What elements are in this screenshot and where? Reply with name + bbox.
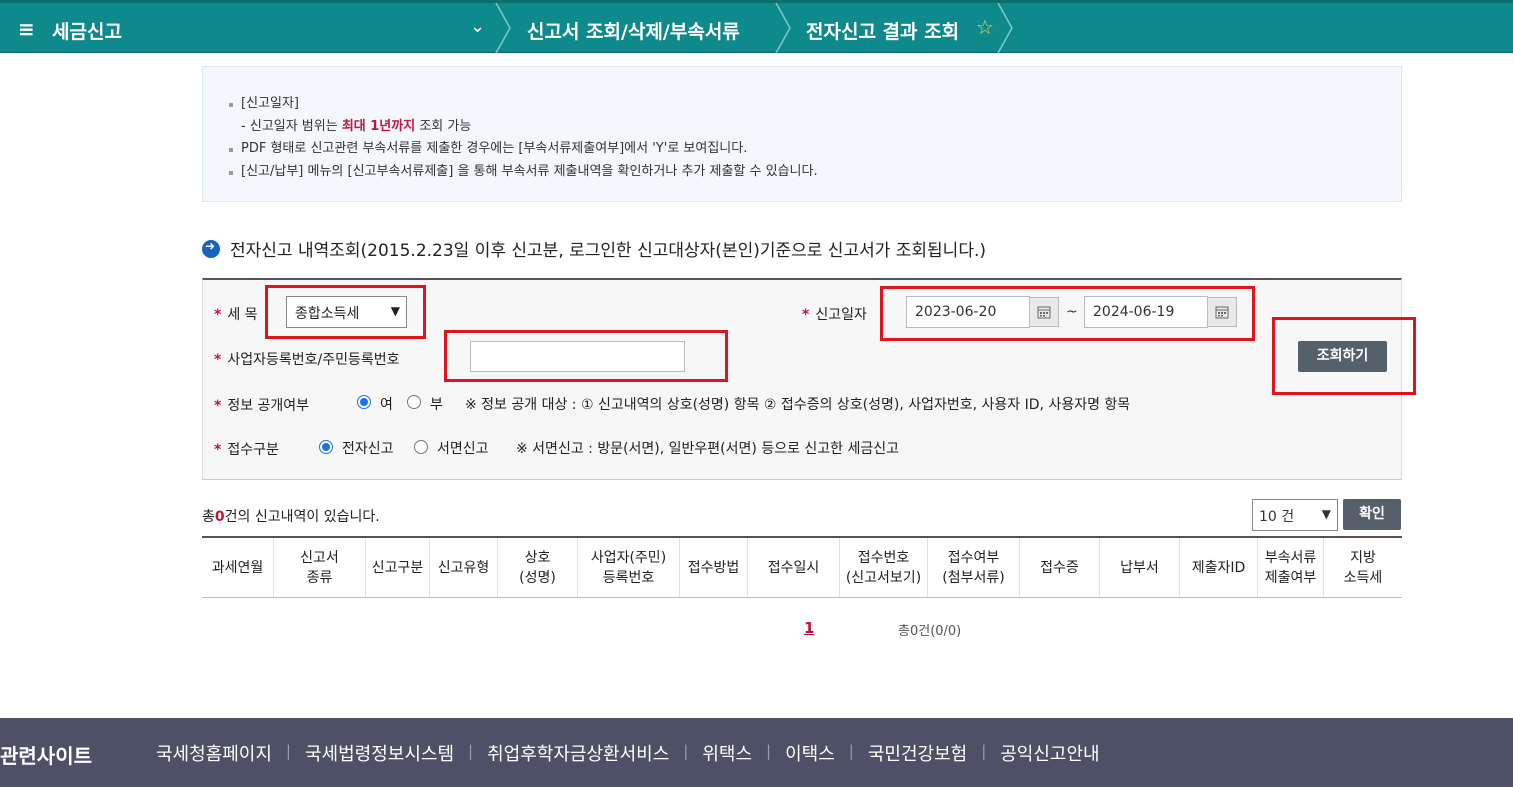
footer-link-separator: | [285, 742, 291, 760]
annotation-box [444, 330, 728, 382]
column-header: 접수방법 [680, 538, 748, 597]
page-size-select[interactable]: 10 건 ▼ [1252, 499, 1338, 531]
column-header: 신고서 종류 [274, 538, 366, 597]
result-total: 총0건의 신고내역이 있습니다. [202, 509, 380, 525]
receipt-type-label: * 접수구분 [214, 442, 279, 458]
footer-link-separator: | [468, 742, 474, 760]
footer-link-separator: | [981, 742, 987, 760]
breadcrumb-separator [494, 3, 512, 53]
registration-number-label: * 사업자등록번호/주민등록번호 [214, 352, 400, 368]
footer-link[interactable]: 국세청홈페이지 [156, 740, 272, 766]
annotation-box [880, 286, 1255, 341]
chevron-down-icon[interactable]: ⌄ [470, 16, 485, 37]
column-header: 부속서류 제출여부 [1258, 538, 1324, 597]
footer-link-separator: | [683, 742, 689, 760]
section-heading: 전자신고 내역조회(2015.2.23일 이후 신고분, 로그인한 신고대상자(… [202, 236, 986, 261]
disclosure-note: ※ 정보 공개 대상 : ① 신고내역의 상호(성명) 항목 ② 접수증의 상호… [465, 397, 1131, 413]
footer-link[interactable]: 공익신고안내 [1000, 740, 1099, 766]
disclosure-yes-label: 여 [380, 397, 393, 413]
disclosure-label: * 정보 공개여부 [214, 398, 310, 414]
breadcrumb-separator [774, 3, 792, 53]
column-header: 납부서 [1100, 538, 1180, 597]
footer-link-separator: | [766, 742, 772, 760]
column-header: 제출자ID [1180, 538, 1258, 597]
breadcrumb-item-1[interactable]: 신고서 조회/삭제/부속서류 [527, 17, 740, 44]
notice-box: [신고일자] - 신고일자 범위는 최대 1년까지 조회 가능 PDF 형태로 … [202, 66, 1402, 202]
column-header: 신고유형 [430, 538, 498, 597]
receipt-electronic-label: 전자신고 [342, 441, 394, 457]
hamburger-menu-icon[interactable]: ≡ [18, 17, 35, 41]
receipt-paper-radio[interactable] [414, 440, 428, 454]
top-nav-bar: ≡ 세금신고 ⌄ 신고서 조회/삭제/부속서류 전자신고 결과 조회 ☆ [0, 0, 1513, 53]
receipt-paper-label: 서면신고 [437, 441, 489, 457]
footer-links: 국세청홈페이지 | 국세법령정보시스템 | 취업후학자금상환서비스 | 위택스 | 이택스 | 국민… [156, 740, 1100, 766]
breadcrumb-separator [996, 3, 1014, 53]
pagination-page-1[interactable]: 1 [804, 619, 814, 637]
column-header: 과세연월 [202, 538, 274, 597]
notice-item: [신고/납부] 메뉴의 [신고부속서류제출] 을 통해 부속서류 제출내역을 확… [229, 161, 818, 184]
annotation-box [1272, 317, 1416, 395]
footer-link[interactable]: 위택스 [702, 740, 752, 766]
tax-item-label: * 세 목 [214, 307, 258, 323]
receipt-electronic-radio[interactable] [319, 440, 333, 454]
footer-link[interactable]: 국민건강보험 [868, 740, 967, 766]
column-header: 지방 소득세 [1343, 549, 1383, 586]
favorite-star-icon[interactable]: ☆ [976, 15, 994, 39]
disclosure-no-label: 부 [430, 397, 443, 413]
column-header: 사업자(주민) 등록번호 [578, 538, 680, 597]
results-table-header: 과세연월 신고서 종류 신고구분 신고유형 상호 (성명) 사업자(주민) 등록번호 접수방법 접수… [202, 536, 1402, 598]
notice-item: PDF 형태로 신고관련 부속서류를 제출한 경우에는 [부속서류제출여부]에서… [229, 138, 818, 161]
column-header: 접수일시 [748, 538, 840, 597]
arrow-circle-icon [202, 239, 220, 258]
column-header: 상호 (성명) [498, 538, 578, 597]
disclosure-yes-radio[interactable] [357, 395, 371, 409]
confirm-button[interactable]: 확인 [1343, 499, 1401, 530]
footer: 관련사이트 국세청홈페이지 | 국세법령정보시스템 | 취업후학자금상환서비스 | 위택스 |… [0, 718, 1513, 787]
disclosure-no-radio[interactable] [407, 395, 421, 409]
footer-link[interactable]: 이택스 [785, 740, 835, 766]
footer-link-separator: | [848, 742, 854, 760]
column-header: 신고구분 [366, 538, 430, 597]
column-header: 접수증 [1020, 538, 1100, 597]
annotation-box [265, 285, 426, 339]
pagination-count: 총0건(0/0) [898, 624, 962, 639]
report-date-label: * 신고일자 [802, 307, 867, 323]
footer-link[interactable]: 취업후학자금상환서비스 [487, 740, 669, 766]
footer-title: 관련사이트 [0, 744, 92, 768]
column-header: 접수번호 (신고서보기) [840, 538, 928, 597]
breadcrumb-item-2[interactable]: 전자신고 결과 조회 [806, 17, 959, 44]
notice-item: [신고일자] [229, 93, 818, 116]
section-title: 전자신고 내역조회(2015.2.23일 이후 신고분, 로그인한 신고대상자(… [230, 241, 987, 261]
notice-subitem: - 신고일자 범위는 최대 1년까지 조회 가능 [241, 118, 472, 134]
menu-title[interactable]: 세금신고 [52, 17, 122, 44]
receipt-note: ※ 서면신고 : 방문(서면), 일반우편(서면) 등으로 신고한 세금신고 [516, 441, 900, 457]
chevron-down-icon: ▼ [1321, 507, 1331, 521]
footer-link[interactable]: 국세법령정보시스템 [305, 740, 454, 766]
column-header: 접수여부 (첨부서류) [928, 538, 1020, 597]
